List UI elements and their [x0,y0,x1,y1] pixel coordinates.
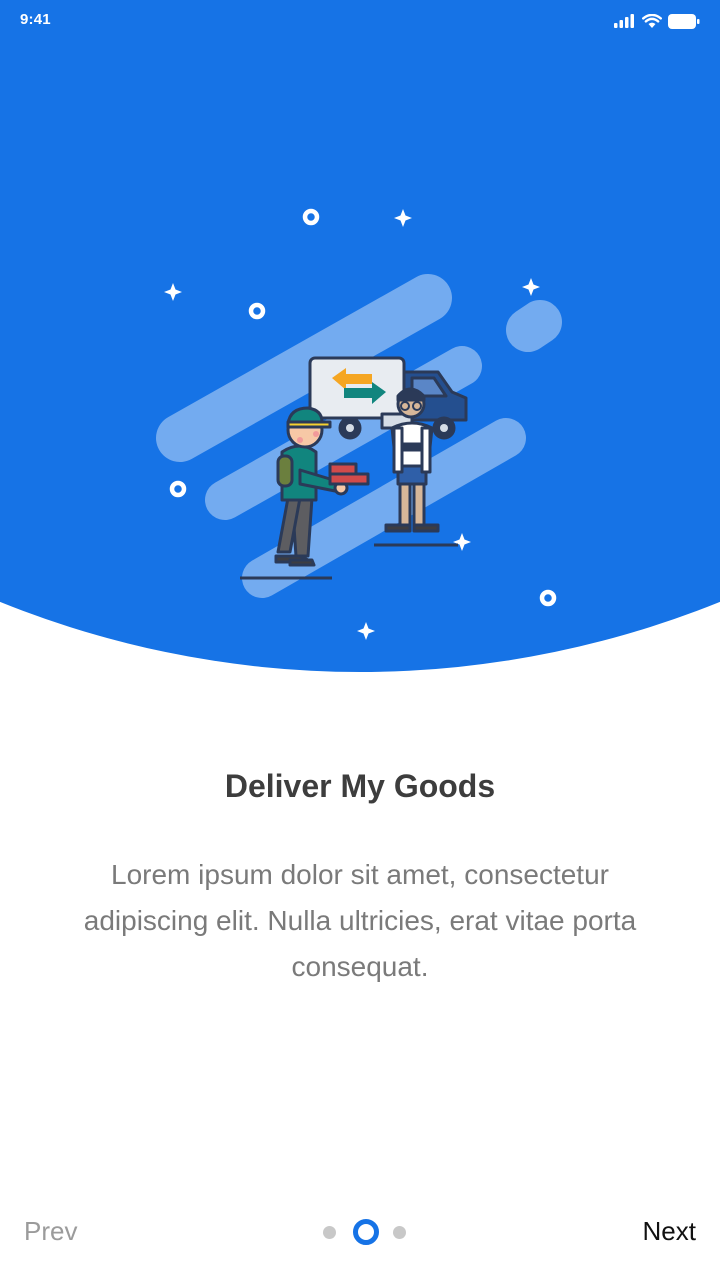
onboarding-description: Lorem ipsum dolor sit amet, consectetur … [83,859,637,982]
status-time: 9:41 [20,11,51,28]
page-dot-1[interactable] [323,1226,336,1239]
page-dot-3[interactable] [393,1226,406,1239]
onboarding-navigation: Prev Next [0,1200,720,1270]
next-button[interactable]: Next [643,1216,696,1247]
signal-icon [614,14,634,28]
wifi-icon [642,13,662,28]
battery-icon [668,13,700,29]
hero-section: 9:41 [0,0,720,680]
package-stack-icon [328,462,370,486]
page-dot-2-active[interactable] [353,1219,379,1245]
page-indicator [320,1218,410,1248]
status-icons [614,12,700,30]
prev-button[interactable]: Prev [24,1216,77,1247]
delivery-illustration [156,208,562,640]
onboarding-title: Deliver My Goods [224,768,496,804]
status-bar: 9:41 [0,0,720,40]
